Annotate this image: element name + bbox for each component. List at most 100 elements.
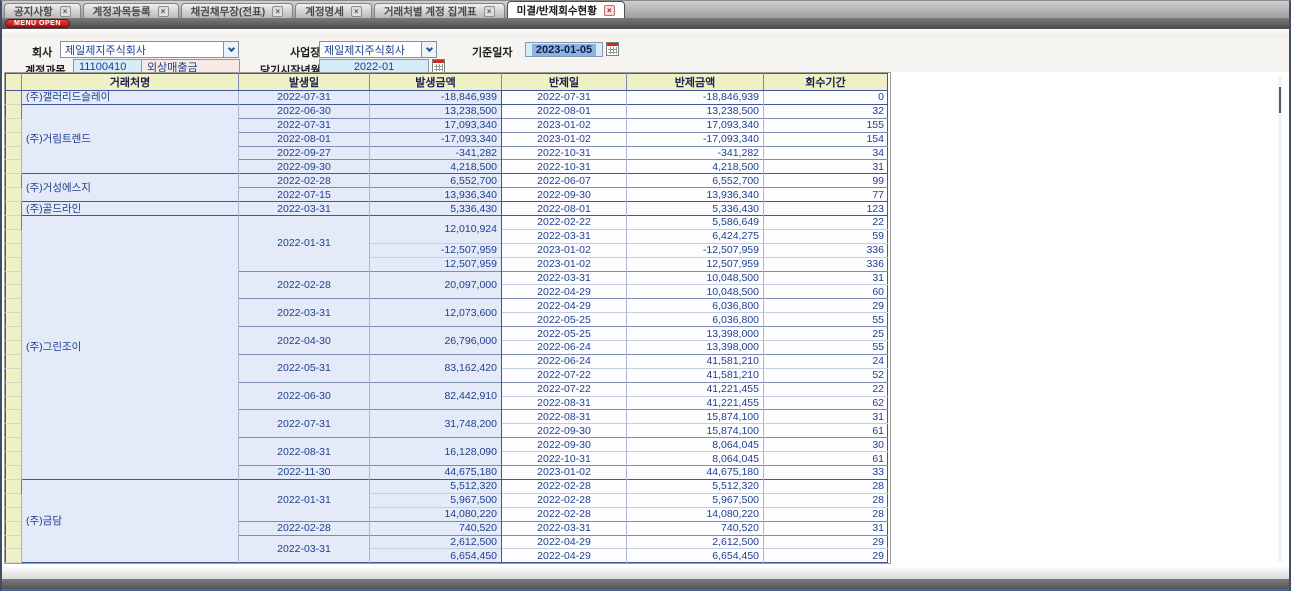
settle-date-cell[interactable]: 2022-09-30 (502, 424, 627, 438)
occur-date-cell[interactable]: 2022-03-31 (239, 535, 370, 563)
vertical-scrollbar-thumb[interactable] (1279, 87, 1281, 113)
collect-days-cell[interactable]: 154 (764, 132, 888, 146)
tab-close-icon[interactable]: × (604, 5, 615, 16)
collect-days-cell[interactable]: 0 (764, 91, 888, 105)
settle-amount-cell[interactable]: 8,064,045 (627, 438, 764, 452)
settle-amount-cell[interactable]: 41,581,210 (627, 368, 764, 382)
settle-date-cell[interactable]: 2023-01-02 (502, 466, 627, 480)
customer-name-cell[interactable]: (주)거림트렌드 (22, 104, 239, 173)
row-header-cell[interactable] (6, 243, 22, 257)
occur-date-cell[interactable]: 2022-02-28 (239, 174, 370, 188)
customer-name-cell[interactable]: (주)거성에스지 (22, 174, 239, 202)
chevron-down-icon[interactable] (223, 42, 238, 57)
collect-days-cell[interactable]: 62 (764, 396, 888, 410)
row-header-cell[interactable] (6, 118, 22, 132)
occur-amount-cell[interactable]: 6,552,700 (370, 174, 502, 188)
settle-date-cell[interactable]: 2022-06-07 (502, 174, 627, 188)
row-header-cell[interactable] (6, 466, 22, 480)
occur-date-cell[interactable]: 2022-01-31 (239, 479, 370, 521)
collect-days-cell[interactable]: 22 (764, 216, 888, 230)
occur-amount-cell[interactable]: 13,936,340 (370, 188, 502, 202)
customer-name-cell[interactable]: (주)갤러리드슬레이 (22, 91, 239, 105)
settle-amount-cell[interactable]: 13,238,500 (627, 104, 764, 118)
settle-amount-cell[interactable]: -12,507,959 (627, 243, 764, 257)
collect-days-cell[interactable]: 29 (764, 535, 888, 549)
settle-date-cell[interactable]: 2022-03-31 (502, 271, 627, 285)
row-header-cell[interactable] (6, 382, 22, 396)
settle-amount-cell[interactable]: -17,093,340 (627, 132, 764, 146)
calendar-icon[interactable] (606, 42, 619, 56)
settle-amount-cell[interactable]: 5,586,649 (627, 216, 764, 230)
collect-days-cell[interactable]: 30 (764, 438, 888, 452)
row-header-cell[interactable] (6, 174, 22, 188)
occur-date-cell[interactable]: 2022-09-30 (239, 160, 370, 174)
settle-amount-cell[interactable]: 14,080,220 (627, 507, 764, 521)
occur-amount-cell[interactable]: 12,010,924 (370, 216, 502, 244)
settle-amount-cell[interactable]: 5,967,500 (627, 493, 764, 507)
tab-close-icon[interactable]: × (351, 6, 362, 17)
tab-active[interactable]: 미결/반제회수현황× (507, 1, 625, 18)
occur-date-cell[interactable]: 2022-07-31 (239, 410, 370, 438)
occur-amount-cell[interactable]: 2,612,500 (370, 535, 502, 549)
occur-amount-cell[interactable]: 83,162,420 (370, 354, 502, 382)
occur-date-cell[interactable]: 2022-05-31 (239, 354, 370, 382)
settle-amount-cell[interactable]: 13,936,340 (627, 188, 764, 202)
settle-date-cell[interactable]: 2022-08-31 (502, 410, 627, 424)
settle-amount-cell[interactable]: 12,507,959 (627, 257, 764, 271)
tab-item[interactable]: 공지사항× (4, 3, 81, 18)
settle-date-cell[interactable]: 2022-04-29 (502, 535, 627, 549)
row-header-cell[interactable] (6, 257, 22, 271)
settle-amount-cell[interactable]: 17,093,340 (627, 118, 764, 132)
row-header-cell[interactable] (6, 146, 22, 160)
collect-days-cell[interactable]: 28 (764, 479, 888, 493)
row-header-cell[interactable] (6, 216, 22, 230)
collect-days-cell[interactable]: 31 (764, 410, 888, 424)
collect-days-cell[interactable]: 55 (764, 313, 888, 327)
collect-days-cell[interactable]: 55 (764, 341, 888, 355)
occur-amount-cell[interactable]: 16,128,090 (370, 438, 502, 466)
occur-amount-cell[interactable]: -341,282 (370, 146, 502, 160)
settle-date-cell[interactable]: 2022-10-31 (502, 452, 627, 466)
row-header-cell[interactable] (6, 271, 22, 285)
collect-days-cell[interactable]: 31 (764, 521, 888, 535)
occur-amount-cell[interactable]: 14,080,220 (370, 507, 502, 521)
settle-date-cell[interactable]: 2022-06-24 (502, 341, 627, 355)
settle-date-cell[interactable]: 2022-08-01 (502, 104, 627, 118)
settle-amount-cell[interactable]: 740,520 (627, 521, 764, 535)
tab-item[interactable]: 거래처별 계정 집계표× (374, 3, 505, 18)
vertical-scrollbar[interactable] (1278, 77, 1282, 562)
settle-amount-cell[interactable]: -18,846,939 (627, 91, 764, 105)
collect-days-cell[interactable]: 336 (764, 257, 888, 271)
tab-close-icon[interactable]: × (272, 6, 283, 17)
collect-days-cell[interactable]: 99 (764, 174, 888, 188)
row-header-cell[interactable] (6, 104, 22, 118)
occur-date-cell[interactable]: 2022-09-27 (239, 146, 370, 160)
row-header-cell[interactable] (6, 438, 22, 452)
settle-amount-cell[interactable]: 15,874,100 (627, 424, 764, 438)
occur-amount-cell[interactable]: 20,097,000 (370, 271, 502, 299)
chevron-down-icon[interactable] (421, 42, 436, 57)
tab-item[interactable]: 계정명세× (295, 3, 372, 18)
occur-amount-cell[interactable]: 5,967,500 (370, 493, 502, 507)
settle-amount-cell[interactable]: 4,218,500 (627, 160, 764, 174)
row-header-cell[interactable] (6, 285, 22, 299)
settle-date-cell[interactable]: 2022-05-25 (502, 313, 627, 327)
row-header-cell[interactable] (6, 396, 22, 410)
collect-days-cell[interactable]: 29 (764, 299, 888, 313)
settle-date-cell[interactable]: 2022-07-31 (502, 91, 627, 105)
settle-date-cell[interactable]: 2023-01-02 (502, 132, 627, 146)
row-header-cell[interactable] (6, 479, 22, 493)
calendar-icon[interactable] (432, 59, 445, 73)
settle-amount-cell[interactable]: 15,874,100 (627, 410, 764, 424)
settle-date-cell[interactable]: 2022-03-31 (502, 229, 627, 243)
base-date-input[interactable]: 2023-01-05 (525, 42, 603, 57)
occur-amount-cell[interactable]: 44,675,180 (370, 466, 502, 480)
occur-amount-cell[interactable]: 4,218,500 (370, 160, 502, 174)
customer-name-cell[interactable]: (주)골드라인 (22, 202, 239, 216)
collect-days-cell[interactable]: 155 (764, 118, 888, 132)
settle-amount-cell[interactable]: 2,612,500 (627, 535, 764, 549)
occur-date-cell[interactable]: 2022-08-01 (239, 132, 370, 146)
occur-amount-cell[interactable]: 26,796,000 (370, 327, 502, 355)
occur-date-cell[interactable]: 2022-06-30 (239, 104, 370, 118)
settle-amount-cell[interactable]: 13,398,000 (627, 341, 764, 355)
